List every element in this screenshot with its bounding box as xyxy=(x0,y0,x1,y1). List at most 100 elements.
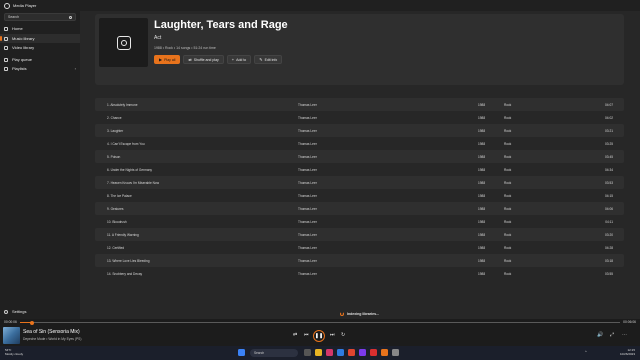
album-icon-disc xyxy=(120,39,127,46)
fullscreen-icon[interactable]: ⤢ xyxy=(610,332,614,338)
track-artist[interactable]: Thomas Leer xyxy=(298,246,478,250)
next-icon[interactable]: ⏭ xyxy=(330,332,335,338)
search-icon[interactable] xyxy=(69,15,72,19)
track-title: 7. Heaven Knows I'm Miserable Now xyxy=(107,181,310,185)
sidebar-item-home[interactable]: Home xyxy=(0,24,80,33)
track-title-text: Absolutely Immune xyxy=(110,102,138,107)
track-artist[interactable]: Thomas Leer xyxy=(298,103,478,107)
seek-knob[interactable] xyxy=(30,320,34,325)
track-title: 3. Laughter xyxy=(107,129,310,133)
sidebar-item-label: Play queue xyxy=(12,57,33,62)
track-artist[interactable]: Thomas Leer xyxy=(298,142,478,146)
track-artist[interactable]: Thomas Leer xyxy=(298,259,478,263)
track-artist[interactable]: Thomas Leer xyxy=(298,168,478,172)
search-input[interactable]: Search xyxy=(4,13,76,21)
track-duration: 04:34 xyxy=(605,167,613,172)
sidebar-item-play-queue[interactable]: Play queue xyxy=(0,55,80,64)
track-row[interactable]: 3. Laughter Thomas Leer 1988 Rock 03:21 xyxy=(95,124,624,137)
track-row[interactable]: 9. Gestures Thomas Leer 1988 Rock 04:06 xyxy=(95,202,624,215)
track-genre: Rock xyxy=(504,154,512,159)
track-year: 1988 xyxy=(478,219,486,224)
track-title-text: Where Love Lies Bleeding xyxy=(112,258,150,263)
now-playing-subtitle[interactable]: Depeche Mode • World in My Eyes (PS) xyxy=(23,337,81,341)
chevron-right-icon[interactable]: › xyxy=(75,66,76,71)
track-row[interactable]: 12. Certified Thomas Leer 1988 Rock 04:28 xyxy=(95,241,624,254)
track-artist[interactable]: Thomas Leer xyxy=(298,220,478,224)
track-title: 9. Gestures xyxy=(107,207,310,211)
track-list: 1. Absolutely Immune Thomas Leer 1988 Rock 0… xyxy=(95,98,624,280)
shuffle-toggle-icon[interactable]: ⇄ xyxy=(293,332,297,338)
track-artist[interactable]: Thomas Leer xyxy=(298,181,478,185)
repeat-icon[interactable]: ↻ xyxy=(341,332,345,338)
track-row[interactable]: 13. Where Love Lies Bleeding Thomas Leer 1… xyxy=(95,254,624,267)
gear-icon xyxy=(4,309,8,314)
weather-widget[interactable]: 54°F Mostly cloudy xyxy=(5,348,23,356)
clock[interactable]: 12:15 10/26/2023 xyxy=(620,348,635,356)
track-artist[interactable]: Thomas Leer xyxy=(298,129,478,133)
sidebar-item-playlists[interactable]: Playlists › xyxy=(0,64,80,73)
more-options-icon[interactable]: ⋯ xyxy=(622,332,627,338)
track-year: 1988 xyxy=(478,102,486,107)
edit-info-button[interactable]: ✎ Edit info xyxy=(254,55,283,64)
task-view-icon[interactable] xyxy=(304,349,311,356)
volume-icon[interactable]: 🔊 xyxy=(597,332,603,338)
track-genre: Rock xyxy=(504,102,512,107)
track-row[interactable]: 14. Snobbery and Decay Thomas Leer 1988 Roc… xyxy=(95,267,624,280)
settings-button[interactable]: Settings xyxy=(0,307,26,316)
track-row[interactable]: 7. Heaven Knows I'm Miserable Now Thomas … xyxy=(95,176,624,189)
add-to-button[interactable]: + Add to xyxy=(226,55,252,64)
media-player-taskbar-icon[interactable] xyxy=(381,349,388,356)
sidebar-item-video-library[interactable]: Video library xyxy=(0,43,80,52)
track-row[interactable]: 10. Bloodrush Thomas Leer 1988 Rock 04:11 xyxy=(95,215,624,228)
app-icon-2[interactable] xyxy=(337,349,344,356)
sidebar-item-music-library[interactable]: Music library xyxy=(0,34,80,43)
track-duration: 04:28 xyxy=(605,245,613,250)
track-row[interactable]: 11. A Friendly Warning Thomas Leer 1988 Roc… xyxy=(95,228,624,241)
track-row[interactable]: 5. Poison Thomas Leer 1988 Rock 03:45 xyxy=(95,150,624,163)
window-title: Media Player xyxy=(13,3,37,8)
track-title-text: Heaven Knows I'm Miserable Now xyxy=(110,180,160,185)
track-duration: 04:07 xyxy=(605,102,613,107)
tray-chevron-icon[interactable]: ^ xyxy=(585,350,587,354)
playlist-icon xyxy=(4,66,8,71)
track-artist[interactable]: Thomas Leer xyxy=(298,194,478,198)
app-icon-4[interactable] xyxy=(359,349,366,356)
track-artist[interactable]: Thomas Leer xyxy=(298,207,478,211)
track-genre: Rock xyxy=(504,206,512,211)
now-playing-title[interactable]: Sea of Sin (Sensoria Mix) xyxy=(23,329,80,335)
sidebar-item-label: Home xyxy=(12,26,23,31)
track-duration: 03:53 xyxy=(605,180,613,185)
play-all-button[interactable]: ▶ Play all xyxy=(154,55,181,64)
file-explorer-icon[interactable] xyxy=(315,349,322,356)
track-artist[interactable]: Thomas Leer xyxy=(298,233,478,237)
previous-icon[interactable]: ⏮ xyxy=(304,332,309,338)
track-year: 1988 xyxy=(478,258,486,263)
app-icon-1[interactable] xyxy=(326,349,333,356)
now-playing-thumbnail[interactable] xyxy=(3,327,20,344)
start-icon[interactable] xyxy=(238,349,245,356)
track-row[interactable]: 1. Absolutely Immune Thomas Leer 1988 Rock 0… xyxy=(95,98,624,111)
track-title-text: Gestures xyxy=(110,206,124,211)
track-title-text: Snobbery and Decay xyxy=(112,271,143,276)
app-icon-3[interactable] xyxy=(348,349,355,356)
track-year: 1988 xyxy=(478,245,486,250)
track-row[interactable]: 4. I Can't Escape from You Thomas Leer 198… xyxy=(95,137,624,150)
album-artist-link[interactable]: Act xyxy=(154,35,161,41)
track-year: 1988 xyxy=(478,180,486,185)
app-icon-6[interactable] xyxy=(392,349,399,356)
track-artist[interactable]: Thomas Leer xyxy=(298,155,478,159)
track-row[interactable]: 8. The Ice Palace Thomas Leer 1988 Rock 04:1… xyxy=(95,189,624,202)
app-icon-5[interactable] xyxy=(370,349,377,356)
shuffle-button[interactable]: ⇄ Shuffle and play xyxy=(183,55,224,64)
track-row[interactable]: 2. Chance Thomas Leer 1988 Rock 04:02 xyxy=(95,111,624,124)
track-artist[interactable]: Thomas Leer xyxy=(298,272,478,276)
track-genre: Rock xyxy=(504,271,512,276)
track-row[interactable]: 6. Under the Nights of Germany Thomas Lee… xyxy=(95,163,624,176)
track-title: 10. Bloodrush xyxy=(107,220,310,224)
shuffle-label: Shuffle and play xyxy=(193,57,219,62)
play-pause-button[interactable]: ❚❚ xyxy=(313,330,325,342)
edit-info-label: Edit info xyxy=(264,57,278,62)
seek-bar[interactable] xyxy=(20,320,620,325)
track-artist[interactable]: Thomas Leer xyxy=(298,116,478,120)
taskbar-search[interactable]: Search xyxy=(250,349,298,357)
